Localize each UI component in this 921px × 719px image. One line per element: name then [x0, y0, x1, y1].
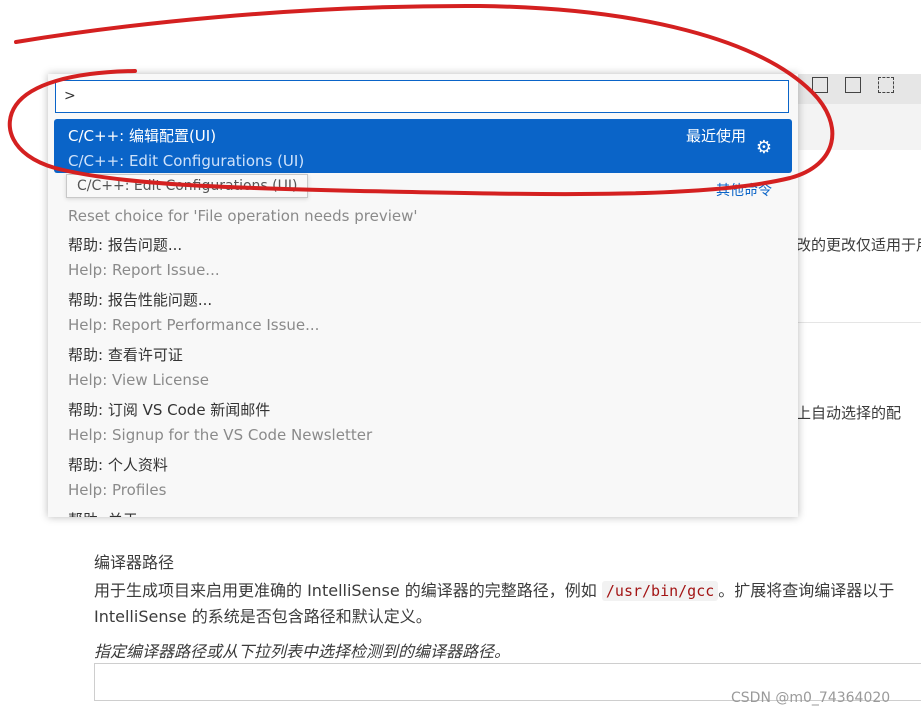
command-input[interactable]: > [55, 80, 789, 113]
command-item[interactable]: Help: Profiles [68, 481, 166, 499]
watermark: CSDN @m0_74364020 [731, 690, 891, 706]
command-palette: > C/C++: 编辑配置(UI) C/C++: Edit Configurat… [48, 74, 798, 517]
command-item-selected[interactable]: C/C++: 编辑配置(UI) C/C++: Edit Configuratio… [54, 119, 792, 173]
grid-layout-icon[interactable] [878, 77, 894, 93]
divider [796, 322, 921, 323]
settings-header [796, 104, 921, 150]
other-commands-label: 其他命令 [716, 183, 772, 199]
setting-text-fragment: 改的更改仅适用于用 [796, 236, 921, 254]
setting-hint: 指定编译器路径或从下拉列表中选择检测到的编译器路径。 [94, 642, 511, 661]
setting-description: 用于生成项目来启用更准确的 IntelliSense 的编译器的完整路径，例如 … [94, 578, 921, 630]
command-item[interactable]: 帮助: 关于 [68, 509, 138, 517]
recently-used-badge: 最近使用 [685, 127, 746, 145]
command-item[interactable]: Help: View License [68, 371, 209, 389]
command-detail: C/C++: Edit Configurations (UI) [68, 152, 305, 170]
setting-text-fragment: 上自动选择的配 [796, 404, 902, 422]
gear-icon[interactable]: ⚙ [756, 137, 772, 158]
command-item[interactable]: 帮助: 查看许可证 [68, 344, 183, 365]
command-item[interactable]: 帮助: 个人资料 [68, 454, 168, 475]
description-text: 用于生成项目来启用更准确的 IntelliSense 的编译器的完整路径，例如 [94, 581, 602, 600]
command-item[interactable]: Help: Report Performance Issue... [68, 316, 319, 334]
tooltip: C/C++: Edit Configurations (UI) [66, 174, 309, 198]
setting-title: 编译器路径 [94, 553, 175, 572]
command-item[interactable]: 帮助: 订阅 VS Code 新闻邮件 [68, 399, 270, 420]
code-snippet: /usr/bin/gcc [601, 581, 719, 601]
command-item[interactable]: Help: Report Issue... [68, 261, 220, 279]
command-item[interactable]: 帮助: 报告问题... [68, 234, 182, 255]
command-item[interactable]: Help: Signup for the VS Code Newsletter [68, 426, 372, 444]
sidebar-layout-icon[interactable] [845, 77, 861, 93]
command-item[interactable]: Reset choice for 'File operation needs p… [68, 207, 418, 225]
command-label: C/C++: 编辑配置(UI) [68, 127, 217, 145]
command-item[interactable]: 帮助: 报告性能问题... [68, 289, 212, 310]
panel-layout-icon[interactable] [812, 77, 828, 93]
